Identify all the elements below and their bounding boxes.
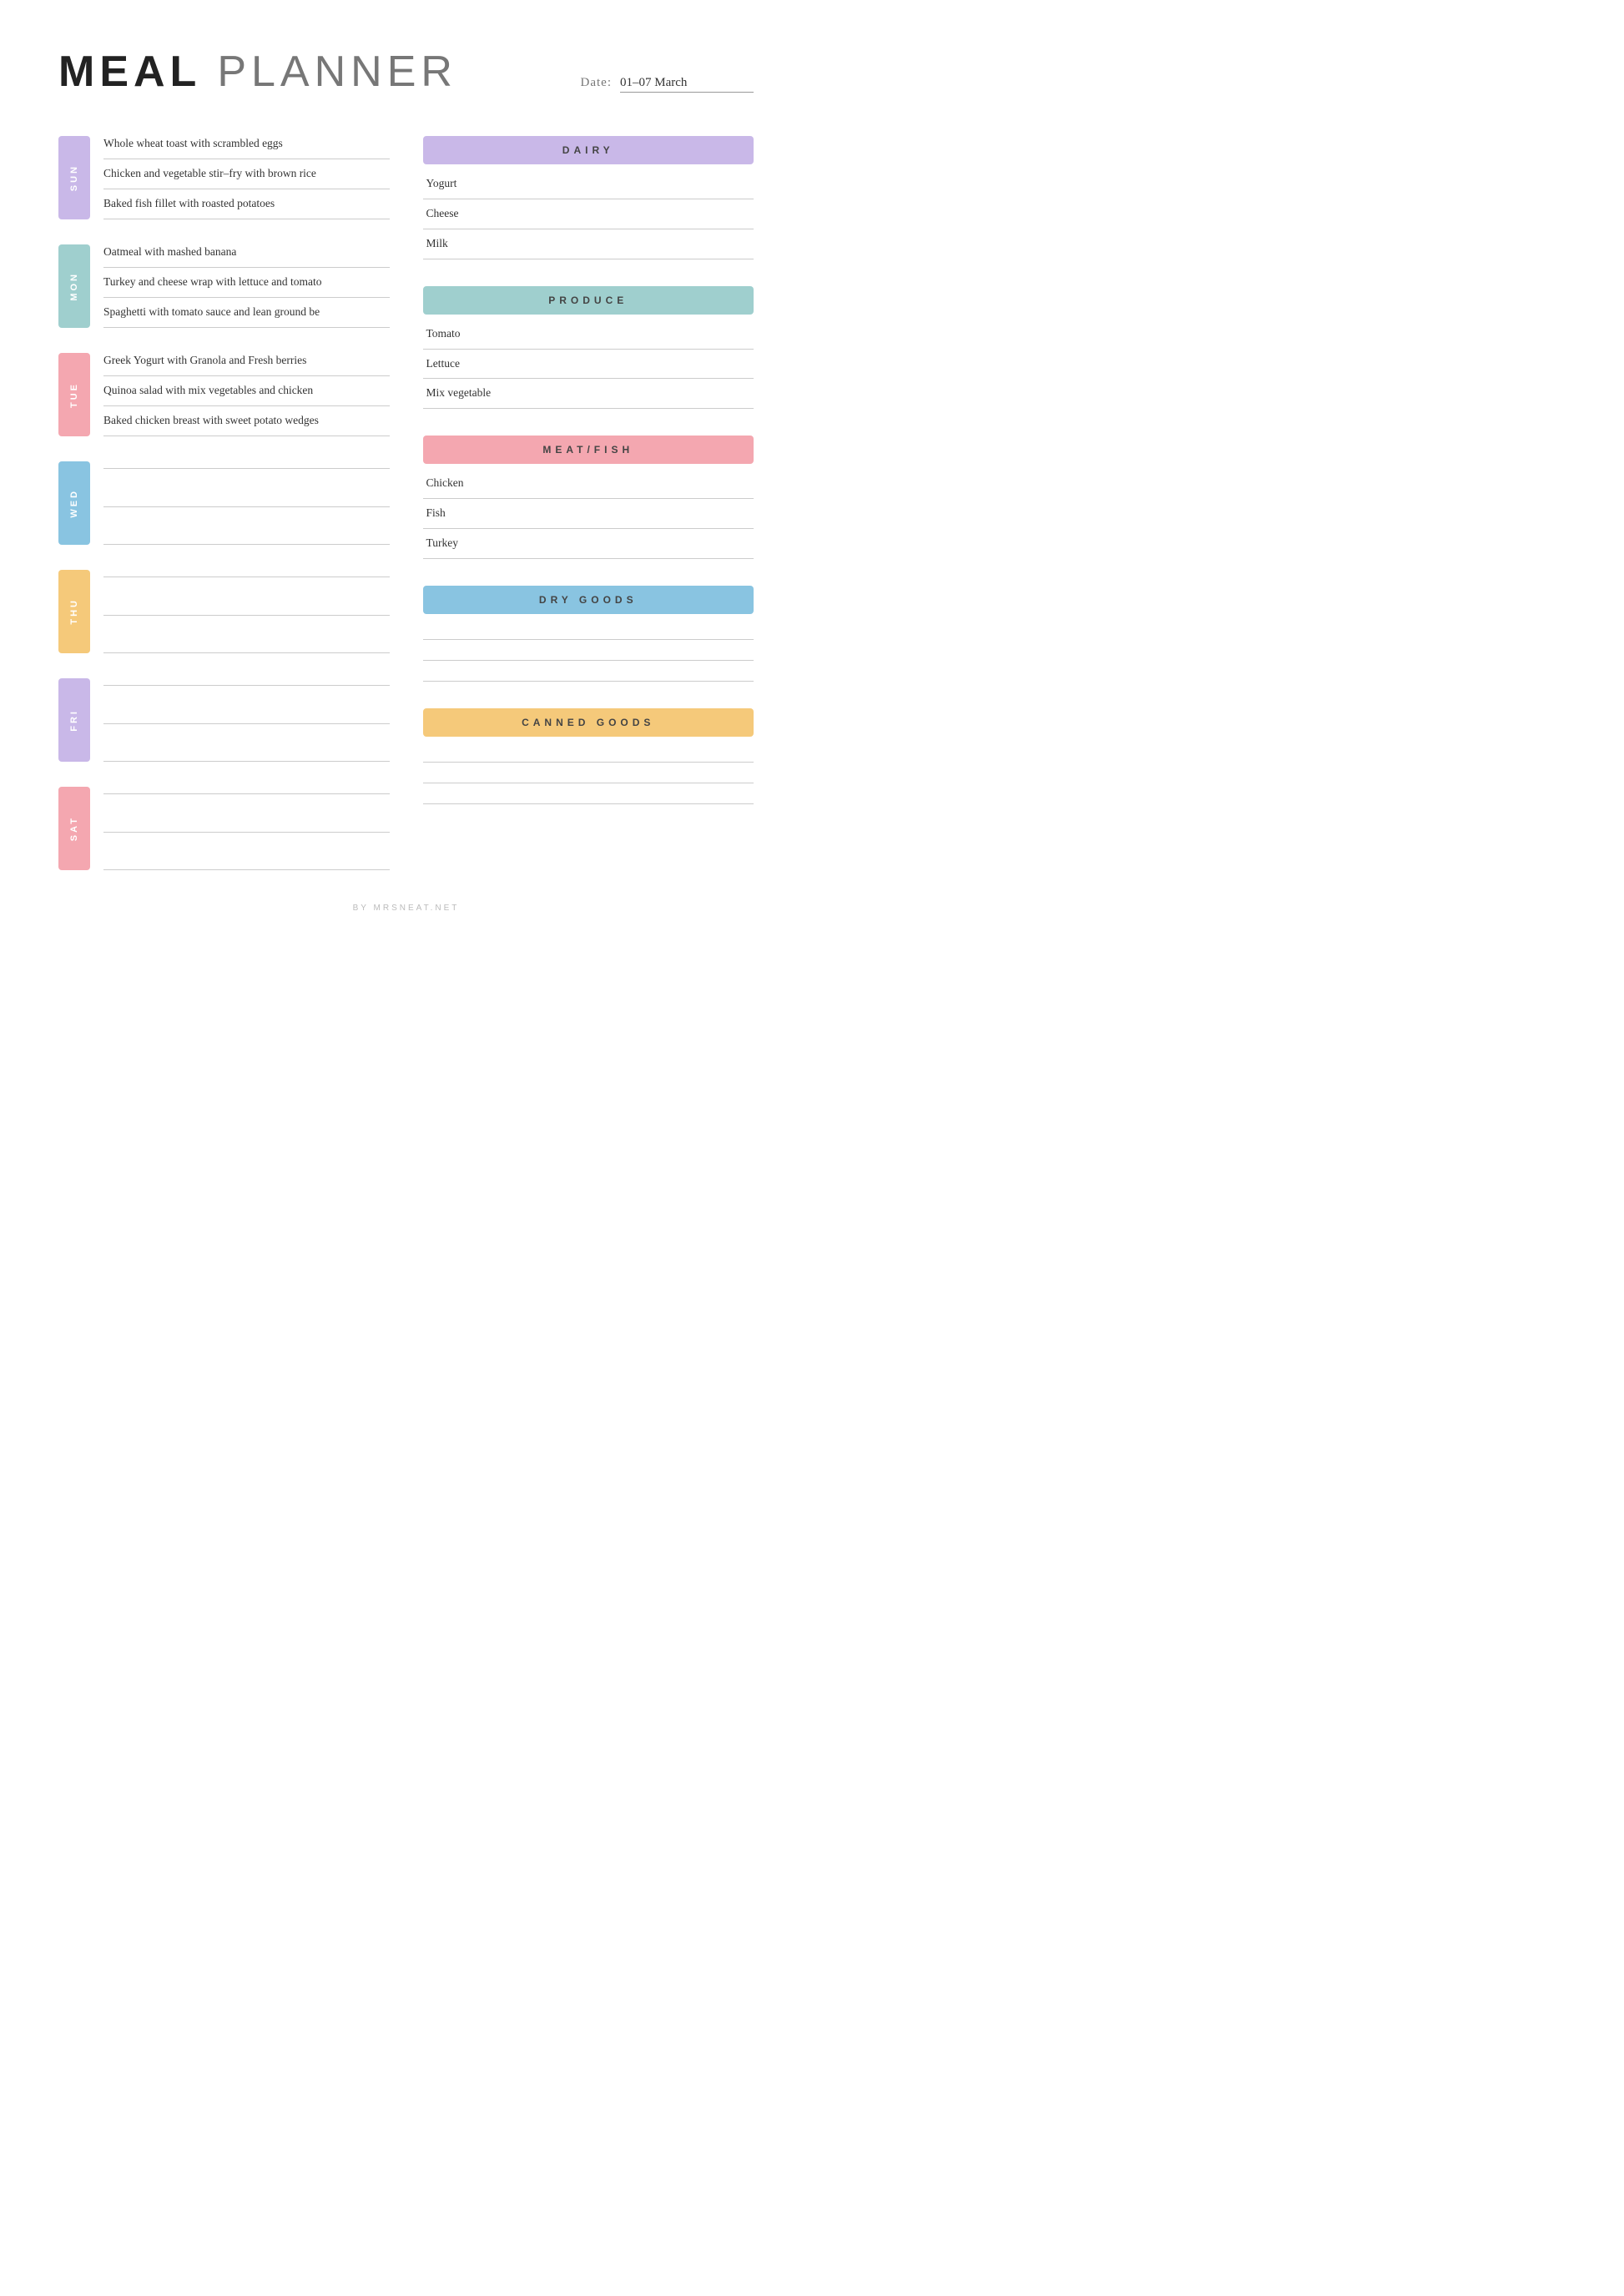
days-column: SUN Whole wheat toast with scrambled eggs… [58, 136, 390, 870]
meal-fri-1[interactable] [103, 710, 390, 724]
day-row-sat: SAT [58, 787, 390, 870]
meal-wed-0[interactable] [103, 461, 390, 469]
day-meals-wed [103, 461, 390, 545]
shop-item-empty-canned-0[interactable] [423, 742, 754, 763]
meal-wed-2[interactable] [103, 531, 390, 545]
shop-section-dairy: DAIRY YogurtCheeseMilk [423, 136, 754, 259]
date-value: 01–07 March [620, 76, 754, 93]
meal-thu-1[interactable] [103, 602, 390, 616]
day-meals-sun: Whole wheat toast with scrambled eggsChi… [103, 136, 390, 219]
shop-item-produce-2[interactable]: Mix vegetable [423, 379, 754, 409]
shop-item-meat-2[interactable]: Turkey [423, 529, 754, 559]
day-label-sun: SUN [58, 136, 90, 219]
day-row-mon: MON Oatmeal with mashed bananaTurkey and … [58, 244, 390, 328]
meal-thu-2[interactable] [103, 639, 390, 653]
day-label-sat: SAT [58, 787, 90, 870]
shop-header-produce: PRODUCE [423, 286, 754, 315]
meal-tue-1[interactable]: Quinoa salad with mix vegetables and chi… [103, 376, 390, 406]
meal-sun-0[interactable]: Whole wheat toast with scrambled eggs [103, 136, 390, 159]
meal-mon-1[interactable]: Turkey and cheese wrap with lettuce and … [103, 268, 390, 298]
day-row-sun: SUN Whole wheat toast with scrambled eggs… [58, 136, 390, 219]
day-meals-fri [103, 678, 390, 762]
meal-fri-0[interactable] [103, 678, 390, 686]
meal-thu-0[interactable] [103, 570, 390, 577]
shop-item-meat-0[interactable]: Chicken [423, 469, 754, 499]
day-meals-mon: Oatmeal with mashed bananaTurkey and che… [103, 244, 390, 328]
date-section: Date: 01–07 March [581, 76, 754, 93]
meal-mon-2[interactable]: Spaghetti with tomato sauce and lean gro… [103, 298, 390, 328]
shop-section-canned: CANNED GOODS [423, 708, 754, 804]
page-title: MEAL PLANNER [58, 50, 457, 94]
shop-item-empty-dry-1[interactable] [423, 640, 754, 661]
shop-section-dry: DRY GOODS [423, 586, 754, 682]
shop-header-dry: DRY GOODS [423, 586, 754, 614]
shop-item-dairy-1[interactable]: Cheese [423, 199, 754, 229]
meal-fri-2[interactable] [103, 748, 390, 762]
main-grid: SUN Whole wheat toast with scrambled eggs… [58, 136, 754, 870]
shopping-column: DAIRY YogurtCheeseMilk PRODUCE TomatoLettuc… [423, 136, 754, 870]
shop-header-dairy: DAIRY [423, 136, 754, 164]
day-row-wed: WED [58, 461, 390, 545]
shop-item-empty-canned-2[interactable] [423, 783, 754, 804]
meal-sat-2[interactable] [103, 856, 390, 870]
meal-sun-1[interactable]: Chicken and vegetable stir–fry with brow… [103, 159, 390, 189]
day-row-fri: FRI [58, 678, 390, 762]
header: MEAL PLANNER Date: 01–07 March [58, 50, 754, 94]
shop-item-empty-canned-1[interactable] [423, 763, 754, 783]
meal-tue-0[interactable]: Greek Yogurt with Granola and Fresh berr… [103, 353, 390, 376]
title-bold: MEAL [58, 48, 201, 96]
day-meals-thu [103, 570, 390, 653]
meal-sat-0[interactable] [103, 787, 390, 794]
title-light: PLANNER [217, 48, 457, 96]
day-label-fri: FRI [58, 678, 90, 762]
shop-item-empty-dry-0[interactable] [423, 619, 754, 640]
shop-item-dairy-0[interactable]: Yogurt [423, 169, 754, 199]
meal-wed-1[interactable] [103, 493, 390, 507]
day-label-wed: WED [58, 461, 90, 545]
shop-item-meat-1[interactable]: Fish [423, 499, 754, 529]
day-label-thu: THU [58, 570, 90, 653]
shop-item-dairy-2[interactable]: Milk [423, 229, 754, 259]
day-row-tue: TUE Greek Yogurt with Granola and Fresh b… [58, 353, 390, 436]
meal-sat-1[interactable] [103, 818, 390, 833]
page-container: MEAL PLANNER Date: 01–07 March SUN Whole … [58, 50, 754, 913]
day-row-thu: THU [58, 570, 390, 653]
shop-header-meat: MEAT/FISH [423, 436, 754, 464]
meal-tue-2[interactable]: Baked chicken breast with sweet potato w… [103, 406, 390, 436]
day-label-tue: TUE [58, 353, 90, 436]
shop-item-produce-0[interactable]: Tomato [423, 320, 754, 350]
day-label-mon: MON [58, 244, 90, 328]
shop-item-produce-1[interactable]: Lettuce [423, 350, 754, 380]
shop-section-meat: MEAT/FISH ChickenFishTurkey [423, 436, 754, 559]
footer: BY MRSNEAT.NET [58, 904, 754, 913]
shop-header-canned: CANNED GOODS [423, 708, 754, 737]
day-meals-sat [103, 787, 390, 870]
footer-text: BY MRSNEAT.NET [353, 904, 460, 913]
meal-mon-0[interactable]: Oatmeal with mashed banana [103, 244, 390, 268]
day-meals-tue: Greek Yogurt with Granola and Fresh berr… [103, 353, 390, 436]
date-label: Date: [581, 76, 612, 90]
meal-sun-2[interactable]: Baked fish fillet with roasted potatoes [103, 189, 390, 219]
shop-item-empty-dry-2[interactable] [423, 661, 754, 682]
shop-section-produce: PRODUCE TomatoLettuceMix vegetable [423, 286, 754, 410]
